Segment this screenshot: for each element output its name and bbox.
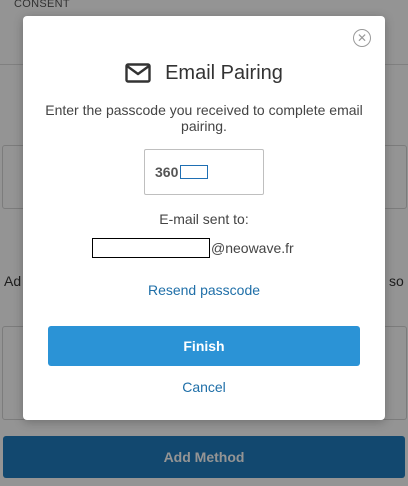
resend-passcode-link[interactable]: Resend passcode [23, 282, 385, 298]
dialog-title: Email Pairing [165, 61, 283, 84]
email-domain: @neowave.fr [211, 240, 294, 256]
cancel-link[interactable]: Cancel [23, 379, 385, 395]
email-address: @neowave.fr [92, 238, 294, 258]
passcode-value: 360 [155, 164, 179, 180]
dialog-header: Email Pairing [23, 60, 385, 86]
email-redaction [92, 238, 210, 258]
dialog-description: Enter the passcode you received to compl… [45, 102, 363, 134]
passcode-redaction [180, 165, 209, 179]
email-pairing-dialog: ✕ Email Pairing Enter the passcode you r… [23, 16, 385, 420]
finish-button[interactable]: Finish [48, 326, 360, 366]
envelope-icon [125, 63, 151, 83]
email-sent-label: E-mail sent to: [159, 211, 249, 227]
passcode-input[interactable]: 360 [144, 149, 264, 195]
close-icon[interactable]: ✕ [353, 29, 371, 47]
